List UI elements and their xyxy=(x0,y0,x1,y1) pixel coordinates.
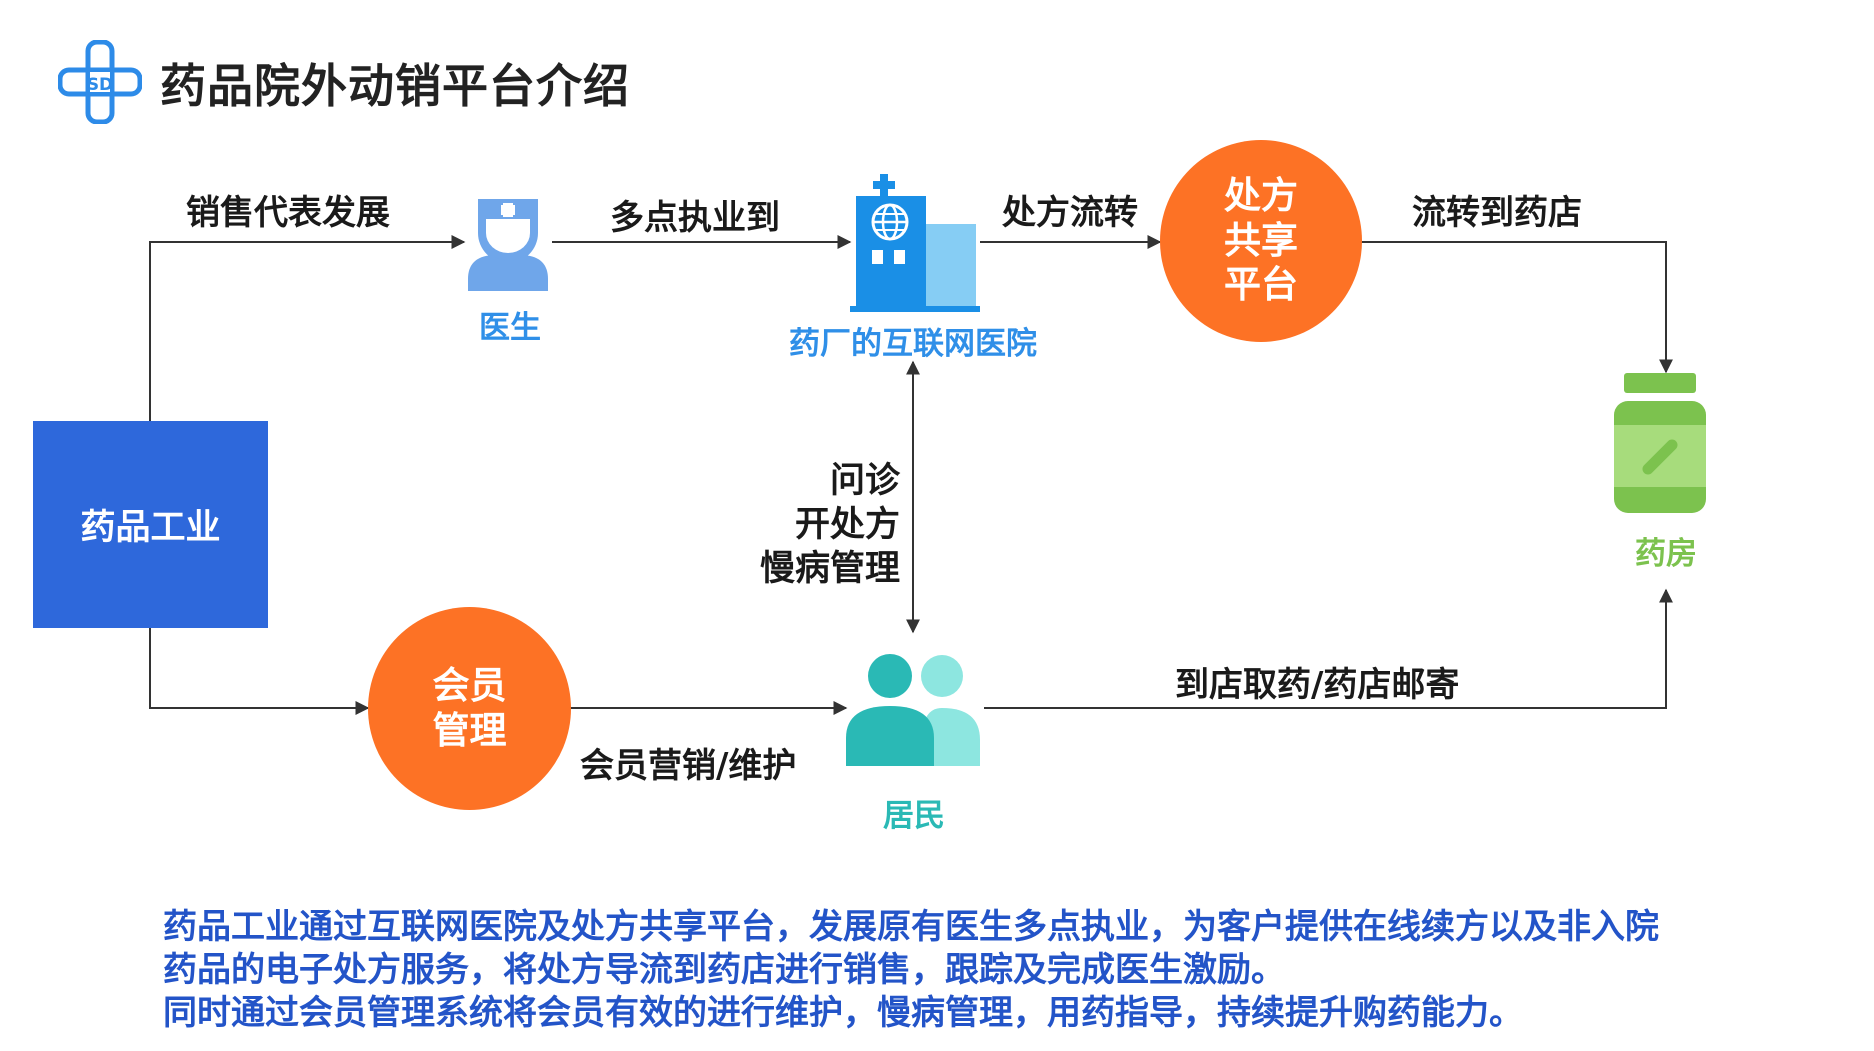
footer-line: 药品工业通过互联网医院及处方共享平台，发展原有医生多点执业，为客户提供在线续方以… xyxy=(163,907,1659,947)
edge-platform-to-pharmacy xyxy=(1360,241,1673,374)
hospital-building-icon xyxy=(850,172,980,316)
edge-industry-to-member xyxy=(149,628,370,715)
doctor-icon xyxy=(464,195,552,295)
node-hospital-label: 药厂的互联网医院 xyxy=(789,326,1037,362)
footer-line: 同时通过会员管理系统将会员有效的进行维护，慢病管理，用药指导，持续提升购药能力。 xyxy=(163,993,1523,1034)
flow-connectors xyxy=(149,235,1673,715)
node-pharmacy-label: 药房 xyxy=(1635,536,1697,572)
medicine-bottle-icon xyxy=(1612,373,1708,517)
edge-label-member-marketing: 会员营销/维护 xyxy=(580,746,797,786)
svg-text:SD: SD xyxy=(87,75,113,95)
node-residents-label: 居民 xyxy=(883,798,945,834)
edge-label-to-pharmacy: 流转到药店 xyxy=(1412,193,1582,233)
edge-label-pickup-mail: 到店取药/药店邮寄 xyxy=(1175,665,1460,705)
footer-description: 药品工业通过互联网医院及处方共享平台，发展原有医生多点执业，为客户提供在线续方以… xyxy=(163,906,1843,1036)
node-rx-sharing-platform: 处方 共享 平台 xyxy=(1160,140,1362,342)
edge-label-multi-site: 多点执业到 xyxy=(610,198,780,238)
edge-label-consult: 问诊 开处方 慢病管理 xyxy=(759,461,900,589)
page-title: 药品院外动销平台介绍 xyxy=(160,59,630,113)
node-doctor-label: 医生 xyxy=(479,310,541,346)
footer-line: 药品的电子处方服务，将处方导流到药店进行销售，跟踪及完成医生激励。 xyxy=(163,950,1285,991)
edge-label-sales-rep: 销售代表发展 xyxy=(186,193,390,233)
edge-label-rx-flow: 处方流转 xyxy=(1002,193,1138,233)
node-member-management: 会员 管理 xyxy=(368,607,571,810)
edge-industry-to-doctor xyxy=(149,235,466,421)
node-pharma-industry: 药品工业 xyxy=(33,421,268,628)
logo-cross-icon: SD xyxy=(57,39,143,128)
people-icon xyxy=(846,654,984,770)
